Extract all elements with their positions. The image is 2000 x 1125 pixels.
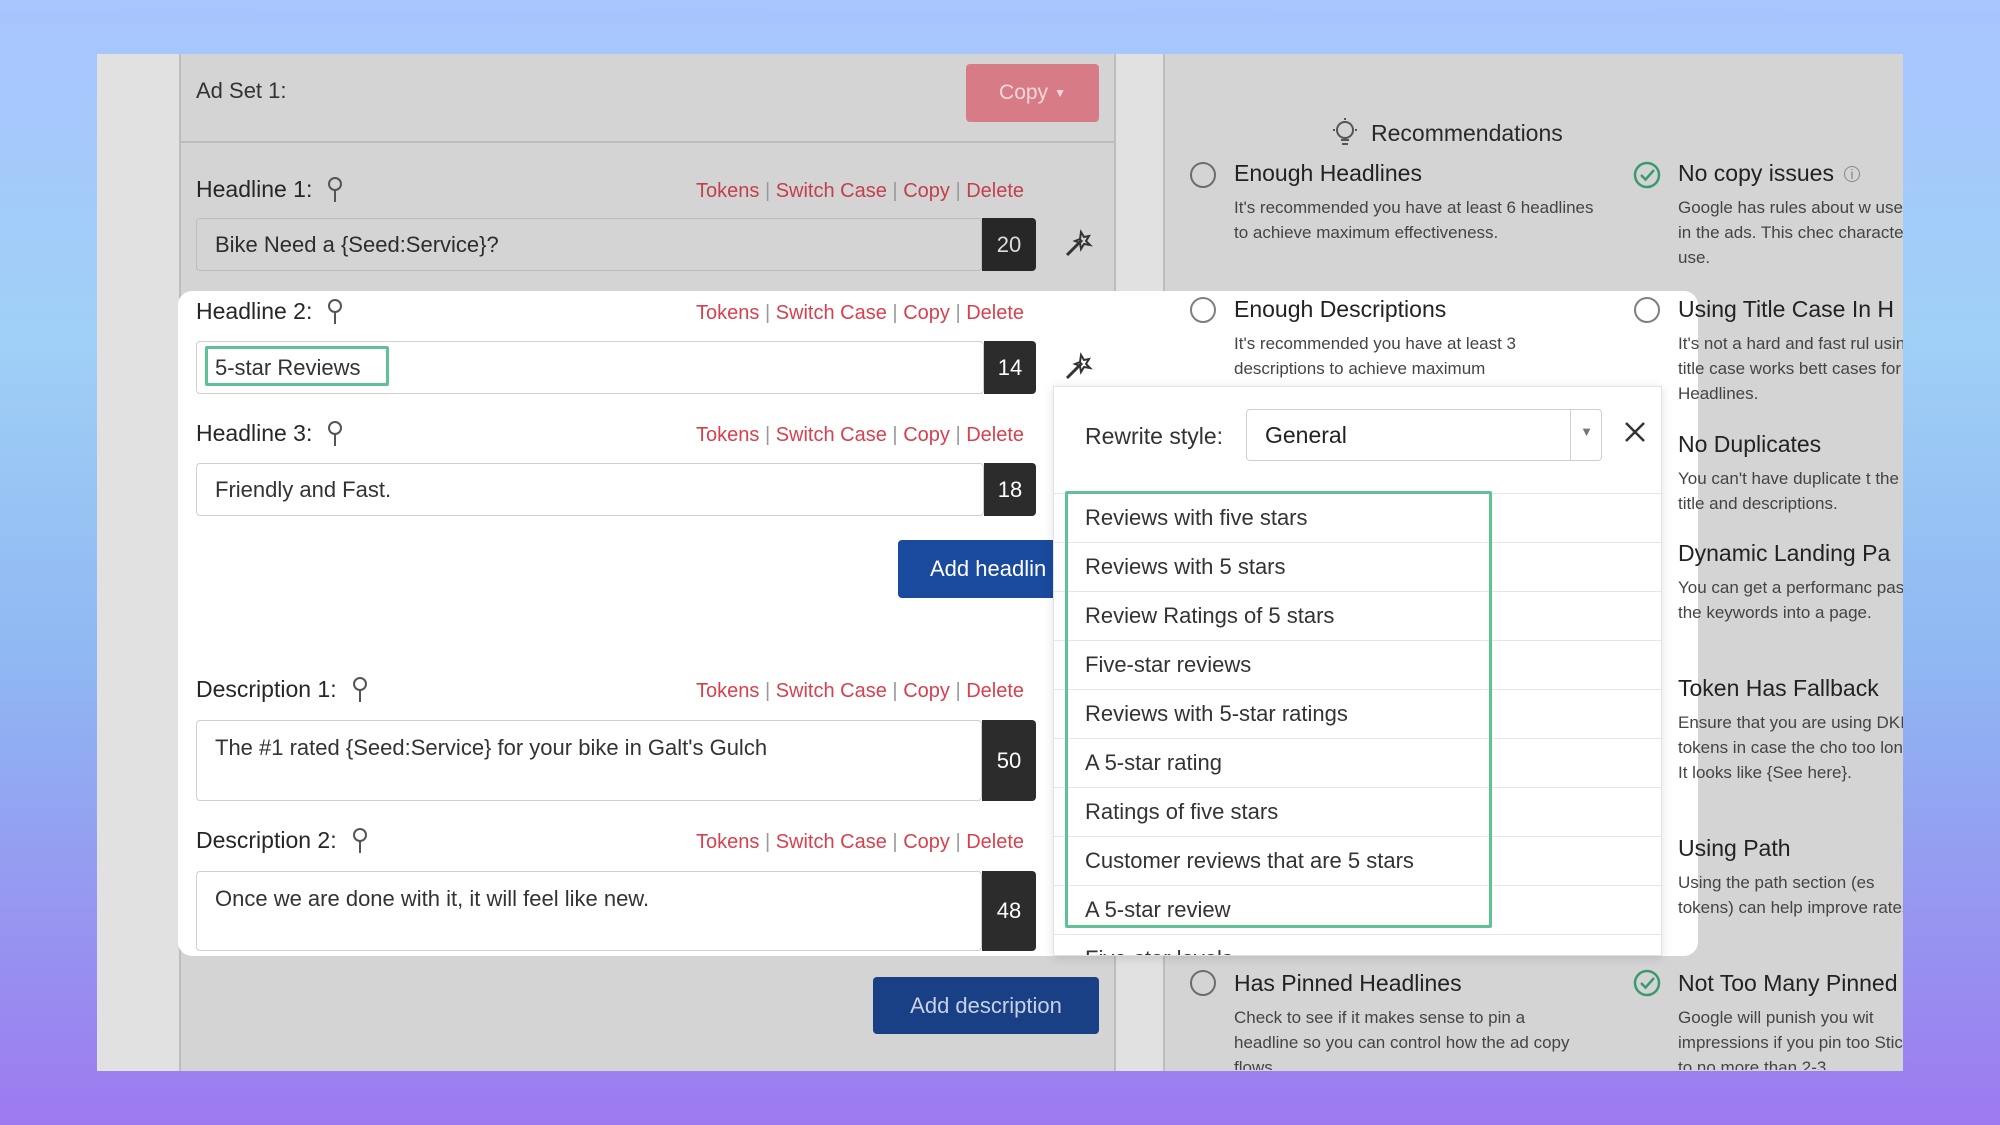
rewrite-option[interactable]: Five-star levels: [1054, 934, 1661, 955]
rewrite-style-select[interactable]: General ▼: [1246, 409, 1602, 461]
copy-link[interactable]: Copy: [903, 424, 950, 446]
info-icon[interactable]: i: [1843, 165, 1860, 182]
pin-icon[interactable]: [326, 176, 344, 203]
pin-icon[interactable]: [351, 676, 369, 703]
chevron-down-icon[interactable]: ▼: [1580, 424, 1593, 439]
chevron-down-icon: ▼: [1054, 86, 1066, 100]
delete-link[interactable]: Delete: [966, 302, 1024, 324]
rec-dynamic-landing: Dynamic Landing Pa You can get a perform…: [1678, 540, 1903, 622]
header-divider: [179, 141, 1114, 143]
description-1-label: Description 1:: [196, 676, 369, 703]
status-circle-icon: [1190, 162, 1216, 188]
headline-1-label: Headline 1:: [196, 176, 344, 203]
rec-not-too-many-pinned: Not Too Many Pinned Google will punish y…: [1678, 970, 1903, 1070]
close-icon[interactable]: [1622, 419, 1648, 445]
headline-1-actions: Tokens | Switch Case | Copy | Delete: [696, 180, 1025, 202]
magic-wand-icon[interactable]: [1063, 351, 1093, 381]
recommendations-header: Recommendations: [1331, 118, 1563, 148]
delete-link[interactable]: Delete: [966, 680, 1024, 702]
rec-pinned-headlines: Has Pinned Headlines Check to see if it …: [1234, 970, 1570, 1070]
switch-case-link[interactable]: Switch Case: [776, 302, 887, 324]
rec-enough-descriptions: Enough Descriptions It's recommended you…: [1234, 296, 1517, 378]
pin-icon[interactable]: [351, 827, 369, 854]
tokens-link[interactable]: Tokens: [696, 302, 759, 324]
switch-case-link[interactable]: Switch Case: [776, 680, 887, 702]
headline-1-input[interactable]: Bike Need a {Seed:Service}?: [196, 218, 982, 271]
check-circle-icon: [1633, 161, 1661, 189]
description-1-actions: Tokens | Switch Case | Copy | Delete: [696, 680, 1025, 702]
rec-no-copy-issues: No copy issues i Google has rules about w…: [1678, 160, 1903, 267]
switch-case-link[interactable]: Switch Case: [776, 831, 887, 853]
magic-wand-icon[interactable]: [1063, 228, 1093, 258]
status-circle-icon: [1190, 970, 1216, 996]
headline-2-actions: Tokens | Switch Case | Copy | Delete: [696, 302, 1025, 324]
adset-title: Ad Set 1:: [196, 78, 287, 103]
headline-2-label: Headline 2:: [196, 298, 344, 325]
select-divider: [1569, 410, 1571, 460]
rec-enough-headlines: Enough Headlines It's recommended you ha…: [1234, 160, 1594, 242]
headline-3-char-count: 18: [984, 463, 1036, 516]
tokens-link[interactable]: Tokens: [696, 831, 759, 853]
copy-dropdown-button[interactable]: Copy ▼: [966, 64, 1099, 122]
headline-3-actions: Tokens | Switch Case | Copy | Delete: [696, 424, 1025, 446]
rec-token-fallback: Token Has Fallback Ensure that you are u…: [1678, 675, 1903, 782]
delete-link[interactable]: Delete: [966, 831, 1024, 853]
tokens-link[interactable]: Tokens: [696, 680, 759, 702]
lightbulb-icon: [1333, 118, 1357, 145]
rec-using-path: Using Path Using the path section (es to…: [1678, 835, 1903, 917]
delete-link[interactable]: Delete: [966, 424, 1024, 446]
description-2-label: Description 2:: [196, 827, 369, 854]
switch-case-link[interactable]: Switch Case: [776, 424, 887, 446]
check-circle-icon: [1633, 969, 1661, 997]
add-headline-button[interactable]: Add headlin: [898, 540, 1058, 598]
headline-3-label: Headline 3:: [196, 420, 344, 447]
rewrite-popup: Rewrite style: General ▼ Reviews with fi…: [1053, 386, 1662, 956]
rewrite-style-label: Rewrite style:: [1085, 423, 1224, 449]
headline-3-input[interactable]: Friendly and Fast.: [196, 463, 984, 516]
status-circle-icon: [1634, 297, 1660, 323]
pin-icon[interactable]: [326, 420, 344, 447]
copy-button-label: Copy: [999, 81, 1049, 104]
description-2-actions: Tokens | Switch Case | Copy | Delete: [696, 831, 1025, 853]
switch-case-link[interactable]: Switch Case: [776, 180, 887, 202]
copy-link[interactable]: Copy: [903, 180, 950, 202]
description-2-textarea[interactable]: Once we are done with it, it will feel l…: [196, 871, 982, 951]
description-2-char-count: 48: [982, 871, 1036, 951]
tokens-link[interactable]: Tokens: [696, 424, 759, 446]
copy-link[interactable]: Copy: [903, 831, 950, 853]
copy-link[interactable]: Copy: [903, 302, 950, 324]
delete-link[interactable]: Delete: [966, 180, 1024, 202]
rec-title-case: Using Title Case In H It's not a hard an…: [1678, 296, 1903, 403]
headline-1-char-count: 20: [982, 218, 1036, 271]
options-highlight: [1065, 491, 1492, 928]
tokens-link[interactable]: Tokens: [696, 180, 759, 202]
rec-no-duplicates: No Duplicates You can't have duplicate t…: [1678, 431, 1899, 513]
description-1-char-count: 50: [982, 720, 1036, 801]
status-circle-icon: [1190, 297, 1216, 323]
copy-link[interactable]: Copy: [903, 680, 950, 702]
pin-icon[interactable]: [326, 298, 344, 325]
headline-2-char-count: 14: [984, 341, 1036, 394]
description-1-textarea[interactable]: The #1 rated {Seed:Service} for your bik…: [196, 720, 982, 801]
add-description-button[interactable]: Add description: [873, 977, 1099, 1034]
selected-text-highlight: [205, 346, 389, 386]
